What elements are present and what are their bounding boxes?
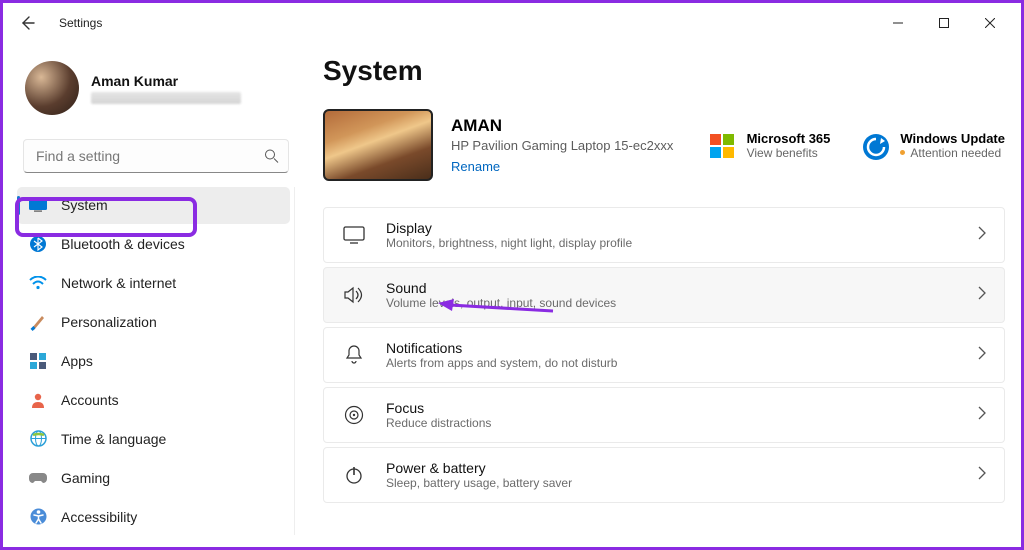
main-content: System AMAN HP Pavilion Gaming Laptop 15… bbox=[303, 43, 1021, 547]
window-controls bbox=[875, 7, 1013, 39]
card-sub: Volume levels, output, input, sound devi… bbox=[386, 296, 616, 310]
sidebar-item-bluetooth[interactable]: Bluetooth & devices bbox=[17, 226, 290, 263]
search-input[interactable] bbox=[23, 139, 289, 173]
device-name: AMAN bbox=[451, 116, 673, 136]
sidebar-item-network[interactable]: Network & internet bbox=[17, 265, 290, 302]
bluetooth-icon bbox=[29, 235, 47, 253]
card-title: Notifications bbox=[386, 340, 617, 356]
bell-icon bbox=[342, 343, 366, 367]
wifi-icon bbox=[29, 274, 47, 292]
window-title: Settings bbox=[59, 16, 102, 30]
card-power[interactable]: Power & battery Sleep, battery usage, ba… bbox=[323, 447, 1005, 503]
game-icon bbox=[29, 469, 47, 487]
sidebar-item-time-language[interactable]: Time & language bbox=[17, 420, 290, 457]
sidebar-item-label: Network & internet bbox=[61, 275, 176, 291]
maximize-button[interactable] bbox=[921, 7, 967, 39]
apps-icon bbox=[29, 352, 47, 370]
back-button[interactable] bbox=[11, 7, 43, 39]
person-icon bbox=[29, 391, 47, 409]
card-sub: Sleep, battery usage, battery saver bbox=[386, 476, 572, 490]
card-notifications[interactable]: Notifications Alerts from apps and syste… bbox=[323, 327, 1005, 383]
attention-dot-icon bbox=[900, 150, 905, 155]
sound-icon bbox=[342, 283, 366, 307]
promo-title: Microsoft 365 bbox=[747, 131, 831, 146]
display-icon bbox=[342, 223, 366, 247]
sidebar: Aman Kumar System Bluetooth & devices Ne… bbox=[3, 43, 303, 547]
promo-sub: Attention needed bbox=[900, 146, 1005, 160]
sidebar-item-accounts[interactable]: Accounts bbox=[17, 381, 290, 418]
close-icon bbox=[985, 18, 995, 28]
card-title: Display bbox=[386, 220, 632, 236]
sidebar-item-accessibility[interactable]: Accessibility bbox=[17, 498, 290, 535]
profile-name: Aman Kumar bbox=[91, 73, 241, 89]
sidebar-item-label: Bluetooth & devices bbox=[61, 236, 185, 252]
promo-title: Windows Update bbox=[900, 131, 1005, 146]
profile-block[interactable]: Aman Kumar bbox=[17, 55, 295, 123]
card-sub: Monitors, brightness, night light, displ… bbox=[386, 236, 632, 250]
nav-list: System Bluetooth & devices Network & int… bbox=[17, 187, 295, 535]
chevron-right-icon bbox=[978, 226, 986, 245]
system-icon bbox=[29, 196, 47, 214]
brush-icon bbox=[29, 313, 47, 331]
sidebar-item-system[interactable]: System bbox=[17, 187, 290, 224]
accessibility-icon bbox=[29, 508, 47, 526]
card-sound[interactable]: Sound Volume levels, output, input, soun… bbox=[323, 267, 1005, 323]
card-focus[interactable]: Focus Reduce distractions bbox=[323, 387, 1005, 443]
device-thumbnail bbox=[323, 109, 433, 181]
card-sub: Reduce distractions bbox=[386, 416, 491, 430]
card-title: Sound bbox=[386, 280, 616, 296]
globe-icon bbox=[29, 430, 47, 448]
settings-cards: Display Monitors, brightness, night ligh… bbox=[323, 207, 1005, 503]
maximize-icon bbox=[939, 18, 949, 28]
promo-windows-update[interactable]: Windows Update Attention needed bbox=[862, 131, 1005, 160]
sidebar-item-label: Time & language bbox=[61, 431, 166, 447]
device-model: HP Pavilion Gaming Laptop 15-ec2xxx bbox=[451, 138, 673, 153]
minimize-icon bbox=[893, 18, 903, 28]
titlebar: Settings bbox=[3, 3, 1021, 43]
sidebar-item-label: System bbox=[61, 197, 108, 213]
profile-email-blurred bbox=[91, 92, 241, 104]
update-icon bbox=[862, 133, 888, 159]
sidebar-item-gaming[interactable]: Gaming bbox=[17, 459, 290, 496]
promo-sub: View benefits bbox=[747, 146, 831, 160]
chevron-right-icon bbox=[978, 406, 986, 425]
chevron-right-icon bbox=[978, 466, 986, 485]
sidebar-item-label: Personalization bbox=[61, 314, 157, 330]
card-title: Power & battery bbox=[386, 460, 572, 476]
card-title: Focus bbox=[386, 400, 491, 416]
card-display[interactable]: Display Monitors, brightness, night ligh… bbox=[323, 207, 1005, 263]
sidebar-item-label: Accounts bbox=[61, 392, 119, 408]
power-icon bbox=[342, 463, 366, 487]
sidebar-item-label: Accessibility bbox=[61, 509, 137, 525]
promo-m365[interactable]: Microsoft 365 View benefits bbox=[709, 131, 831, 160]
focus-icon bbox=[342, 403, 366, 427]
sidebar-item-label: Gaming bbox=[61, 470, 110, 486]
avatar bbox=[25, 61, 79, 115]
close-button[interactable] bbox=[967, 7, 1013, 39]
arrow-left-icon bbox=[19, 15, 35, 31]
chevron-right-icon bbox=[978, 286, 986, 305]
card-sub: Alerts from apps and system, do not dist… bbox=[386, 356, 617, 370]
device-row: AMAN HP Pavilion Gaming Laptop 15-ec2xxx… bbox=[323, 109, 1005, 181]
sidebar-item-apps[interactable]: Apps bbox=[17, 343, 290, 380]
page-title: System bbox=[323, 55, 1005, 87]
m365-icon bbox=[709, 133, 735, 159]
chevron-right-icon bbox=[978, 346, 986, 365]
sidebar-item-label: Apps bbox=[61, 353, 93, 369]
rename-link[interactable]: Rename bbox=[451, 159, 673, 174]
sidebar-item-personalization[interactable]: Personalization bbox=[17, 304, 290, 341]
minimize-button[interactable] bbox=[875, 7, 921, 39]
